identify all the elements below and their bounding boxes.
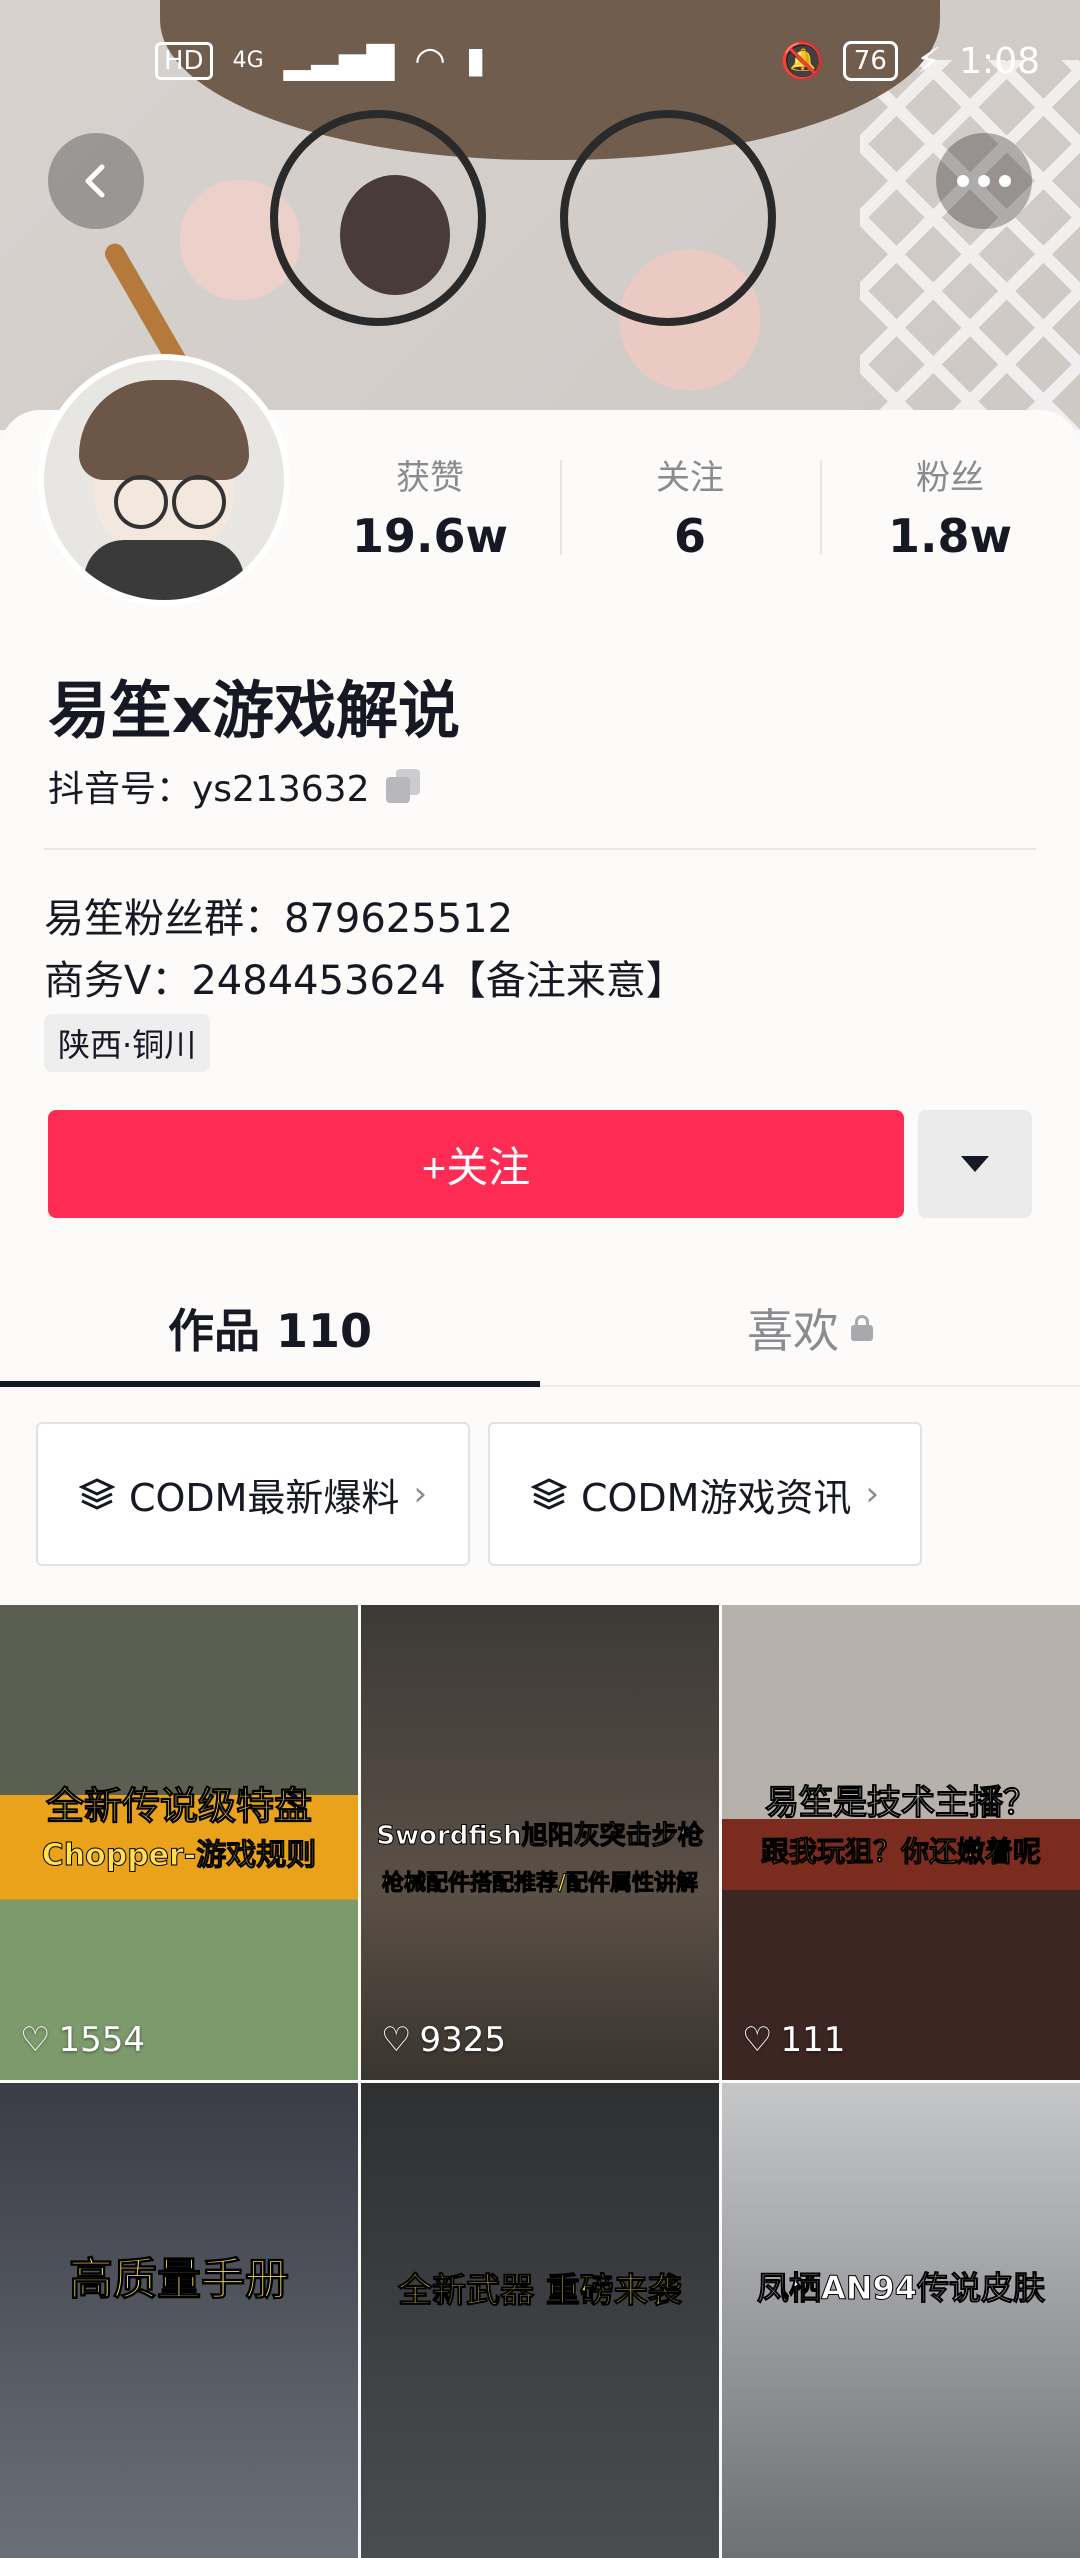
video-thumbnail[interactable]: 高质量手册 — [0, 2083, 358, 2558]
charging-icon: ⚡ — [915, 40, 942, 82]
heart-icon: ♡ — [742, 2020, 773, 2060]
likes-count: ♡ 9325 — [381, 2020, 506, 2060]
cover-caption: 枪械配件搭配推荐/配件属性讲解 — [381, 1871, 699, 1897]
cover-caption: 易笙是技术主播？ — [765, 1783, 1038, 1824]
stat-value: 6 — [673, 509, 706, 563]
collection-label: CODM游戏资讯 — [580, 1475, 852, 1520]
avatar-glasses-right — [172, 475, 226, 529]
power-icon: ▮ — [465, 40, 486, 81]
stat-label: 关注 — [656, 458, 724, 498]
network-label: 4G — [232, 48, 264, 73]
chevron-right-icon: › — [865, 1474, 880, 1514]
copy-icon[interactable] — [385, 769, 420, 803]
lock-icon — [851, 1314, 873, 1341]
collection-card[interactable]: CODM最新爆料 › — [36, 1422, 470, 1566]
video-thumbnail[interactable]: Swordfish旭阳灰突击步枪 枪械配件搭配推荐/配件属性讲解 ♡ 9325 — [361, 1605, 719, 2080]
video-thumbnail[interactable]: 凤栖AN94传说皮肤 — [722, 2083, 1080, 2558]
cover-caption: Chopper-游戏规则 — [41, 1838, 317, 1874]
cover-caption: 凤栖AN94传说皮肤 — [756, 2269, 1046, 2308]
stat-likes[interactable]: 获赞 19.6w — [300, 450, 560, 570]
profile-name: 易笙x游戏解说 — [48, 674, 460, 747]
stat-followers[interactable]: 粉丝 1.8w — [820, 450, 1080, 570]
tab-likes[interactable]: 喜欢 — [540, 1270, 1080, 1385]
collection-card[interactable]: CODM游戏资讯 › — [488, 1422, 922, 1566]
back-button[interactable] — [48, 133, 144, 229]
video-thumbnail[interactable]: 全新传说级特盘 Chopper-游戏规则 ♡ 1554 — [0, 1605, 358, 2080]
status-left: HD 4G ▂▃▅▇ ◠ ▮ — [155, 40, 486, 81]
stat-label: 获赞 — [396, 458, 464, 498]
likes-count: ♡ 1554 — [20, 2020, 145, 2060]
profile-stats: 获赞 19.6w 关注 6 粉丝 1.8w — [300, 450, 1080, 570]
cover-caption: 全新传说级特盘 — [45, 1784, 312, 1829]
status-right: 🔕 76 ⚡ 1:08 — [779, 40, 1040, 83]
content-tabs: 作品 110 喜欢 — [0, 1270, 1080, 1387]
douyin-id: 抖音号：ys213632 — [48, 769, 370, 810]
wifi-icon: ◠ — [414, 40, 446, 81]
layers-icon — [78, 1478, 115, 1510]
tab-likes-label: 喜欢 — [747, 1303, 839, 1358]
video-thumbnail[interactable]: 易笙是技术主播？ 跟我玩狙？你还嫩着呢 ♡ 111 — [722, 1605, 1080, 2080]
hd-icon: HD — [155, 41, 213, 80]
video-thumbnail[interactable]: 全新武器 重磅来袭 — [361, 2083, 719, 2558]
tab-works[interactable]: 作品 110 — [0, 1270, 540, 1387]
stat-label: 粉丝 — [916, 458, 984, 498]
collection-label: CODM最新爆料 — [128, 1475, 400, 1520]
bio-line: 商务V：2484453624【备注来意】 — [44, 958, 686, 1004]
status-time: 1:08 — [959, 40, 1040, 82]
likes-value: 1554 — [58, 2020, 146, 2060]
more-actions-button[interactable] — [918, 1110, 1032, 1218]
stat-following[interactable]: 关注 6 — [560, 450, 820, 570]
cover-caption: 全新武器 重磅来袭 — [398, 2271, 683, 2312]
cover-caption: 高质量手册 — [69, 2254, 290, 2306]
tab-works-label: 作品 110 — [167, 1303, 373, 1358]
banner-glasses-right — [560, 110, 776, 326]
mute-icon: 🔕 — [779, 41, 825, 82]
status-bar: HD 4G ▂▃▅▇ ◠ ▮ 🔕 76 ⚡ 1:08 — [0, 0, 1080, 120]
collections: CODM最新爆料 › CODM游戏资讯 › — [36, 1422, 922, 1566]
banner-glasses-left — [270, 110, 486, 326]
heart-icon: ♡ — [381, 2020, 412, 2060]
douyin-id-row[interactable]: 抖音号：ys213632 — [48, 760, 420, 812]
more-icon — [957, 175, 1011, 187]
more-button[interactable] — [936, 133, 1032, 229]
stat-value: 19.6w — [352, 509, 508, 563]
cover-caption: Swordfish旭阳灰突击步枪 — [376, 1821, 704, 1852]
cover-caption: 跟我玩狙？你还嫩着呢 — [760, 1835, 1041, 1869]
signal-icon: ▂▃▅▇ — [283, 40, 395, 81]
video-grid: 全新传说级特盘 Chopper-游戏规则 ♡ 1554 Swordfish旭阳灰… — [0, 1605, 1080, 2558]
avatar-robe — [84, 540, 244, 600]
heart-icon: ♡ — [20, 2020, 51, 2060]
avatar[interactable] — [44, 360, 284, 600]
stat-value: 1.8w — [888, 509, 1012, 563]
avatar-glasses-left — [114, 475, 168, 529]
follow-button[interactable]: +关注 — [48, 1110, 904, 1218]
profile-bio: 易笙粉丝群：879625512 商务V：2484453624【备注来意】 — [44, 888, 686, 1012]
bio-line: 易笙粉丝群：879625512 — [44, 896, 514, 942]
location-tag: 陕西·铜川 — [44, 1014, 211, 1072]
chevron-right-icon: › — [413, 1474, 428, 1514]
caret-down-icon — [961, 1156, 989, 1172]
divider — [44, 848, 1036, 850]
battery-level: 76 — [842, 41, 898, 81]
likes-value: 111 — [780, 2020, 846, 2060]
layers-icon — [530, 1478, 567, 1510]
likes-count: ♡ 111 — [742, 2020, 845, 2060]
likes-value: 9325 — [419, 2020, 507, 2060]
back-icon — [85, 164, 105, 198]
